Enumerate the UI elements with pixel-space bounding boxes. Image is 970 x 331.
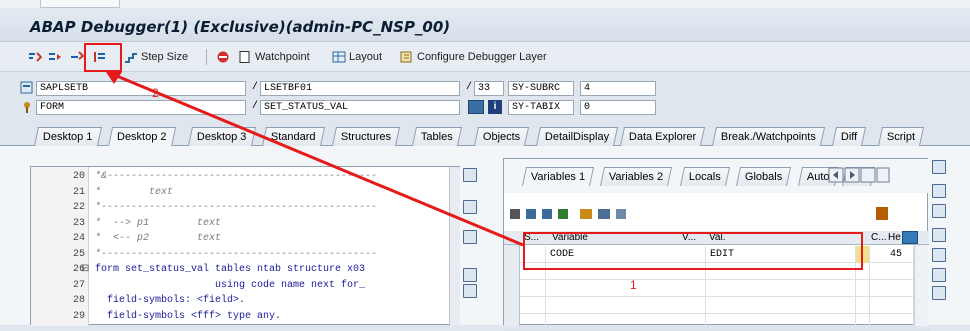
annotation-arrow (106, 72, 524, 247)
